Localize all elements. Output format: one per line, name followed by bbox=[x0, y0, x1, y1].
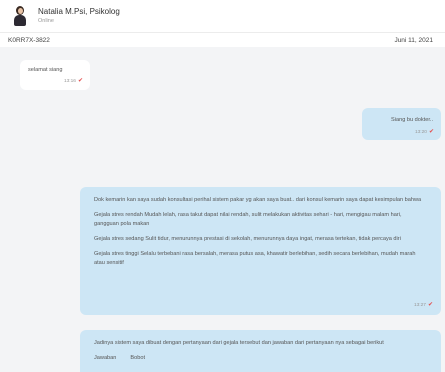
peer-status: Online bbox=[38, 18, 54, 24]
session-code: K0RR7X-3822 bbox=[8, 36, 50, 44]
message-time: 13:20 ✔ bbox=[414, 129, 434, 135]
message-time: 13:27 ✔ bbox=[413, 302, 433, 308]
message-paragraph: Gejala stres sedang Sulit tidur, menurun… bbox=[94, 236, 401, 242]
peer-info: Natalia M.Psi, Psikolog Online bbox=[38, 7, 120, 25]
message-text: selamat siang bbox=[28, 67, 63, 73]
message-outgoing: Siang bu dokter.. 13:20 ✔ bbox=[362, 108, 441, 140]
read-check-icon: ✔ bbox=[427, 302, 433, 308]
peer-name: Natalia M.Psi, Psikolog bbox=[38, 7, 120, 16]
message-paragraph: Gejala stres tinggi Selalu terbebani ras… bbox=[94, 251, 416, 266]
session-date: Juni 11, 2021 bbox=[394, 36, 433, 44]
message-text: Siang bu dokter.. bbox=[391, 117, 433, 123]
avatar[interactable] bbox=[13, 6, 27, 26]
message-incoming: selamat siang 13:16 ✔ bbox=[20, 60, 90, 90]
message-paragraph: Gejala stres rendah Mudah lelah, rasa ta… bbox=[94, 212, 402, 227]
message-outgoing: Dok kemarin kan saya sudah konsultasi pe… bbox=[80, 187, 441, 315]
read-check-icon: ✔ bbox=[428, 129, 434, 135]
session-info-bar: K0RR7X-3822 Juni 11, 2021 bbox=[0, 32, 445, 47]
read-check-icon: ✔ bbox=[77, 78, 83, 84]
message-paragraph: Dok kemarin kan saya sudah konsultasi pe… bbox=[94, 197, 422, 203]
message-paragraph: Jadinya sistem saya dibuat dengan pertan… bbox=[94, 340, 384, 346]
message-time: 13:16 ✔ bbox=[63, 78, 83, 84]
chat-header: Natalia M.Psi, Psikolog Online bbox=[0, 0, 445, 32]
message-paragraph: Jawaban Bobot bbox=[94, 355, 145, 361]
message-outgoing: Jadinya sistem saya dibuat dengan pertan… bbox=[80, 330, 441, 372]
